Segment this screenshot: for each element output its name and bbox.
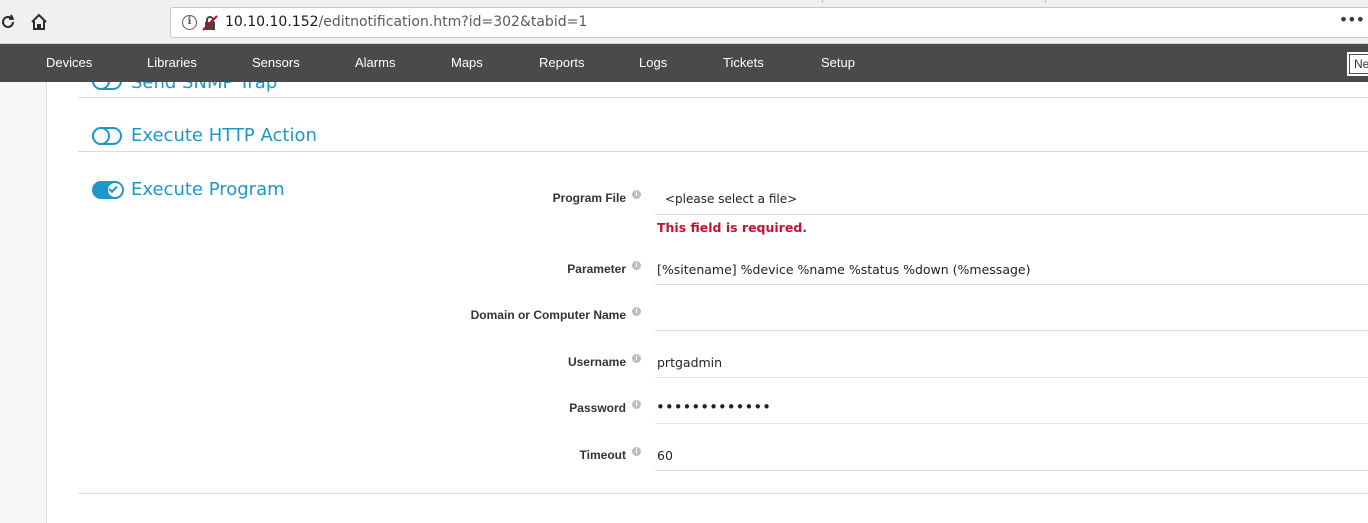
nav-item-logs[interactable]: Logs (639, 44, 667, 82)
timeout-underline (655, 470, 1368, 471)
execute-program-toggle[interactable] (92, 181, 124, 199)
nav-item-alarms[interactable]: Alarms (355, 44, 395, 82)
browser-tab-edge (822, 0, 1046, 3)
username-underline (655, 377, 1368, 378)
snmp-section-title[interactable]: Send SNMP Trap (131, 82, 277, 93)
nav-item-tickets[interactable]: Tickets (723, 44, 764, 82)
nav-item-setup[interactable]: Setup (821, 44, 855, 82)
browser-toolbar: i 10.10.10.152/editnotification.htm?id=3… (0, 0, 1368, 44)
nav-item-devices[interactable]: Devices (46, 44, 92, 82)
domain-label: Domain or Computer Name (470, 308, 626, 322)
program-file-underline (655, 214, 1368, 215)
insecure-lock-icon[interactable] (202, 15, 218, 31)
snmp-divider (78, 97, 1368, 98)
http-divider (78, 151, 1368, 152)
main-navigation: Devices Libraries Sensors Alarms Maps Re… (0, 44, 1368, 82)
timeout-hint-icon[interactable]: i (632, 447, 641, 456)
timeout-input[interactable]: 60 (657, 448, 673, 463)
parameter-input[interactable]: [%sitename] %device %name %status %down … (657, 262, 1031, 277)
parameter-hint-icon[interactable]: i (632, 261, 641, 270)
new-button[interactable]: Ne (1347, 52, 1368, 76)
home-icon[interactable] (27, 9, 51, 35)
password-label: Password (569, 401, 626, 415)
parameter-label: Parameter (567, 262, 626, 276)
program-file-label: Program File (552, 191, 626, 205)
check-icon (108, 183, 118, 194)
execute-program-section-title[interactable]: Execute Program (131, 179, 285, 200)
url-host: 10.10.10.152 (225, 14, 319, 30)
nav-item-maps[interactable]: Maps (451, 44, 483, 82)
program-divider (78, 493, 1368, 494)
new-button-label: Ne (1354, 57, 1368, 71)
reload-icon[interactable] (0, 9, 20, 35)
domain-hint-icon[interactable]: i (632, 307, 641, 316)
http-action-section-title[interactable]: Execute HTTP Action (131, 125, 317, 146)
url-text: 10.10.10.152/editnotification.htm?id=302… (225, 14, 587, 30)
parameter-underline (655, 284, 1368, 285)
username-hint-icon[interactable]: i (632, 354, 641, 363)
address-bar[interactable]: i 10.10.10.152/editnotification.htm?id=3… (170, 7, 1368, 38)
program-file-error: This field is required. (657, 220, 808, 235)
info-icon[interactable]: i (182, 15, 197, 30)
snmp-toggle[interactable] (92, 82, 122, 90)
username-label: Username (567, 355, 626, 369)
username-input[interactable]: prtgadmin (657, 355, 722, 370)
password-hint-icon[interactable]: i (632, 400, 641, 409)
left-gutter (0, 82, 47, 523)
domain-underline (655, 330, 1368, 331)
nav-item-reports[interactable]: Reports (539, 44, 585, 82)
program-file-select[interactable]: <please select a file> (665, 192, 797, 206)
http-action-toggle[interactable] (92, 127, 122, 145)
menu-dots-icon[interactable]: ••• (1339, 10, 1365, 29)
nav-item-libraries[interactable]: Libraries (147, 44, 197, 82)
notification-settings-panel: Send SNMP Trap Execute HTTP Action Execu… (48, 82, 1368, 523)
password-input[interactable]: ••••••••••••• (656, 398, 771, 416)
program-file-hint-icon[interactable]: i (632, 190, 641, 199)
password-underline (655, 423, 1368, 424)
nav-item-sensors[interactable]: Sensors (252, 44, 300, 82)
timeout-label: Timeout (579, 448, 626, 462)
url-path: /editnotification.htm?id=302&tabid=1 (318, 14, 588, 30)
